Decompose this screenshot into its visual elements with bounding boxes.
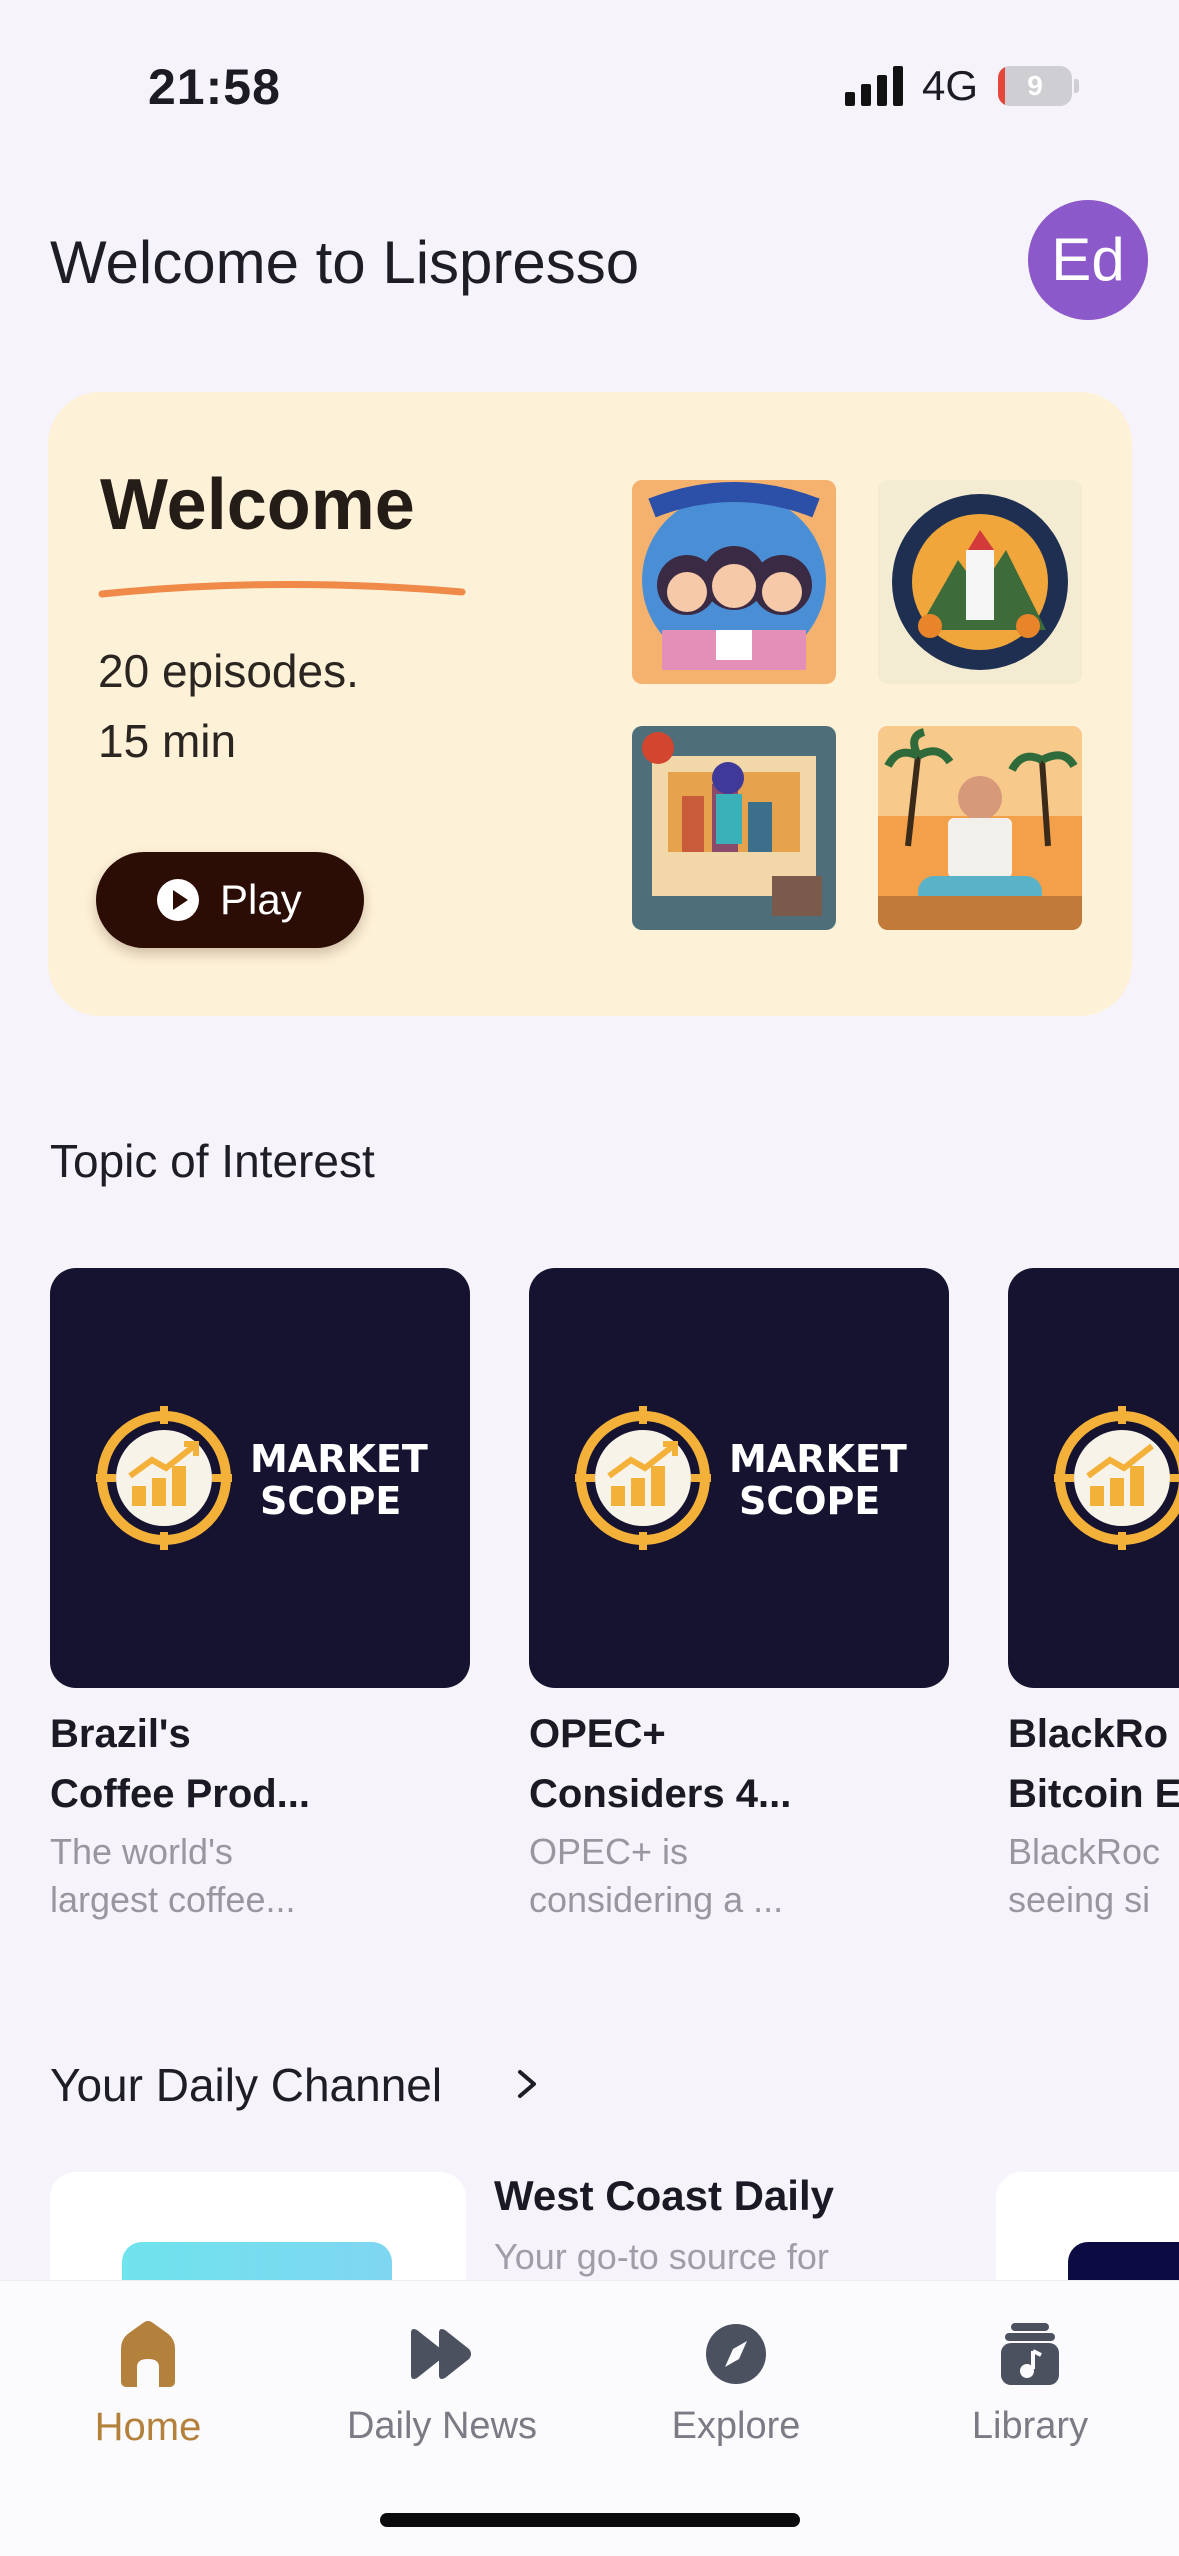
market-scope-cover: MARKET SCOPE — [529, 1268, 949, 1688]
network-type: 4G — [922, 62, 979, 109]
topic-title-line: BlackRo — [1008, 1712, 1169, 1756]
episode-count: 20 episodes. — [98, 645, 359, 697]
avatar[interactable]: Ed — [1028, 200, 1148, 320]
logo-text-market: MARKET — [250, 1437, 428, 1481]
topic-card[interactable]: BlackRo Bitcoin E BlackRoc seeing si — [1008, 1268, 1179, 1920]
topic-desc-line: The world's — [50, 1831, 233, 1872]
topic-card[interactable]: MARKET SCOPE OPEC+ Considers 4... OPEC+ … — [529, 1268, 949, 1920]
channel-title[interactable]: West Coast Daily — [494, 2172, 834, 2220]
market-scope-logo — [1054, 1406, 1179, 1550]
tab-library[interactable]: Library — [900, 2301, 1160, 2451]
logo-text-scope: SCOPE — [260, 1479, 401, 1523]
topic-desc-line: BlackRoc — [1008, 1831, 1161, 1872]
battery-icon: 9 — [998, 66, 1079, 106]
welcome-meta: 20 episodes. 15 min — [98, 636, 359, 776]
market-scope-cover: MARKET SCOPE — [50, 1268, 470, 1688]
page-title: Welcome to Lispresso — [50, 229, 640, 296]
topic-desc-line: considering a ... — [529, 1879, 784, 1920]
topic-description: OPEC+ is considering a ... — [529, 1828, 949, 1924]
market-scope-cover — [1008, 1268, 1179, 1688]
city-life-cover[interactable] — [632, 726, 836, 930]
topic-title: OPEC+ Considers 4... — [529, 1704, 949, 1824]
topic-heading: Topic of Interest — [50, 1135, 375, 1187]
fast-forward-icon — [411, 2329, 471, 2379]
tab-explore[interactable]: Explore — [606, 2301, 866, 2451]
tab-label: Daily News — [346, 2405, 538, 2447]
topic-title-line: Considers 4... — [529, 1772, 792, 1816]
topic-title: BlackRo Bitcoin E — [1008, 1704, 1179, 1824]
market-scope-logo: MARKET SCOPE — [575, 1406, 907, 1550]
status-bar: 21:58 4G 9 — [0, 0, 1179, 150]
welcome-card[interactable]: Welcome 20 episodes. 15 min Play — [48, 392, 1132, 1016]
topic-title-line: Coffee Prod... — [50, 1772, 311, 1816]
topic-card-clip: BlackRo Bitcoin E BlackRoc seeing si — [1008, 1268, 1179, 1968]
status-time: 21:58 — [148, 59, 281, 115]
topic-title-line: Brazil's — [50, 1712, 191, 1756]
local-insights-cover[interactable] — [632, 480, 836, 684]
tab-label: Home — [94, 2405, 202, 2449]
tab-daily-news[interactable]: Daily News — [312, 2301, 572, 2451]
play-icon — [157, 879, 199, 921]
welcome-title: Welcome — [100, 465, 415, 545]
tab-label: Library — [971, 2405, 1089, 2447]
beach-news-cover[interactable] — [878, 726, 1082, 930]
topic-desc-line: OPEC+ is — [529, 1831, 689, 1872]
california-politics-cover[interactable] — [878, 480, 1082, 684]
home-indicator[interactable] — [380, 2513, 800, 2527]
underline-decoration — [98, 580, 466, 598]
topic-title-line: OPEC+ — [529, 1712, 666, 1756]
topic-title: Brazil's Coffee Prod... — [50, 1704, 470, 1824]
compass-icon — [706, 2324, 766, 2384]
cellular-signal-icon — [845, 66, 903, 106]
topic-desc-line: seeing si — [1008, 1879, 1151, 1920]
topic-title-line: Bitcoin E — [1008, 1772, 1179, 1816]
tab-home[interactable]: Home — [18, 2301, 278, 2451]
logo-text-scope: SCOPE — [739, 1479, 880, 1523]
chevron-right-icon[interactable] — [512, 2064, 542, 2104]
topic-card[interactable]: MARKET SCOPE Brazil's Coffee Prod... The… — [50, 1268, 470, 1920]
logo-text-market: MARKET — [729, 1437, 907, 1481]
home-icon — [121, 2321, 175, 2387]
channel-description: Your go-to source for — [494, 2236, 829, 2277]
daily-channel-heading[interactable]: Your Daily Channel — [50, 2058, 442, 2112]
topic-description: The world's largest coffee... — [50, 1828, 470, 1924]
topic-desc-line: largest coffee... — [50, 1879, 296, 1920]
market-scope-logo: MARKET SCOPE — [96, 1406, 428, 1550]
duration: 15 min — [98, 715, 237, 767]
library-icon — [1001, 2323, 1059, 2385]
topic-description: BlackRoc seeing si — [1008, 1828, 1179, 1924]
play-label: Play — [220, 876, 302, 923]
tab-label: Explore — [671, 2405, 801, 2447]
battery-level: 9 — [1027, 70, 1043, 101]
play-button[interactable]: Play — [96, 852, 364, 948]
